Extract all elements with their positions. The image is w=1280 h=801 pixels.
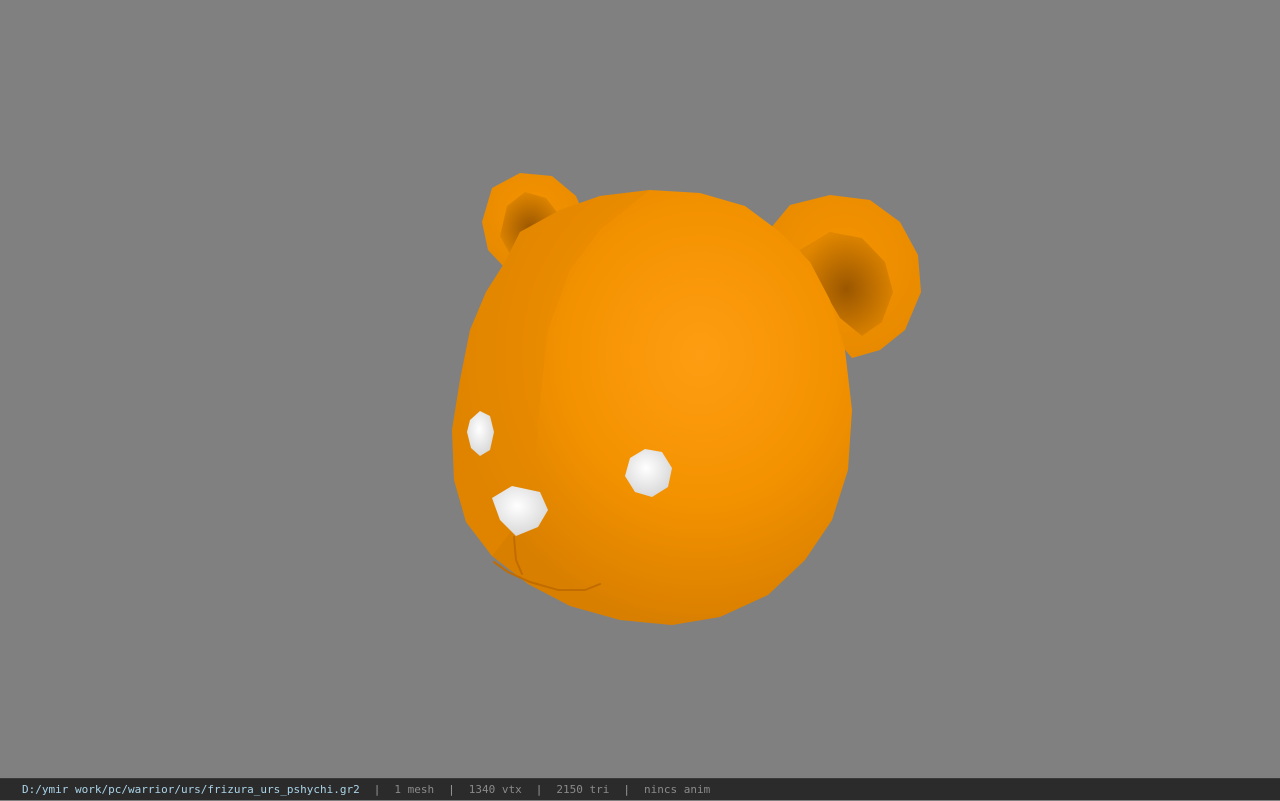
separator: | [373, 783, 381, 796]
separator: | [623, 783, 630, 796]
file-path: D:/ymir work/pc/warrior/urs/frizura_urs_… [22, 783, 360, 796]
vertex-count: 1340 vtx [468, 783, 522, 796]
mesh-count: 1 mesh [394, 783, 435, 796]
animation-status: nincs anim [643, 783, 711, 796]
3d-viewport[interactable] [0, 0, 1280, 778]
separator: | [535, 783, 543, 796]
separator: | [448, 783, 455, 796]
model-render[interactable] [0, 0, 1280, 778]
triangle-count: 2150 tri [556, 783, 610, 796]
status-bar: D:/ymir work/pc/warrior/urs/frizura_urs_… [0, 778, 1280, 800]
